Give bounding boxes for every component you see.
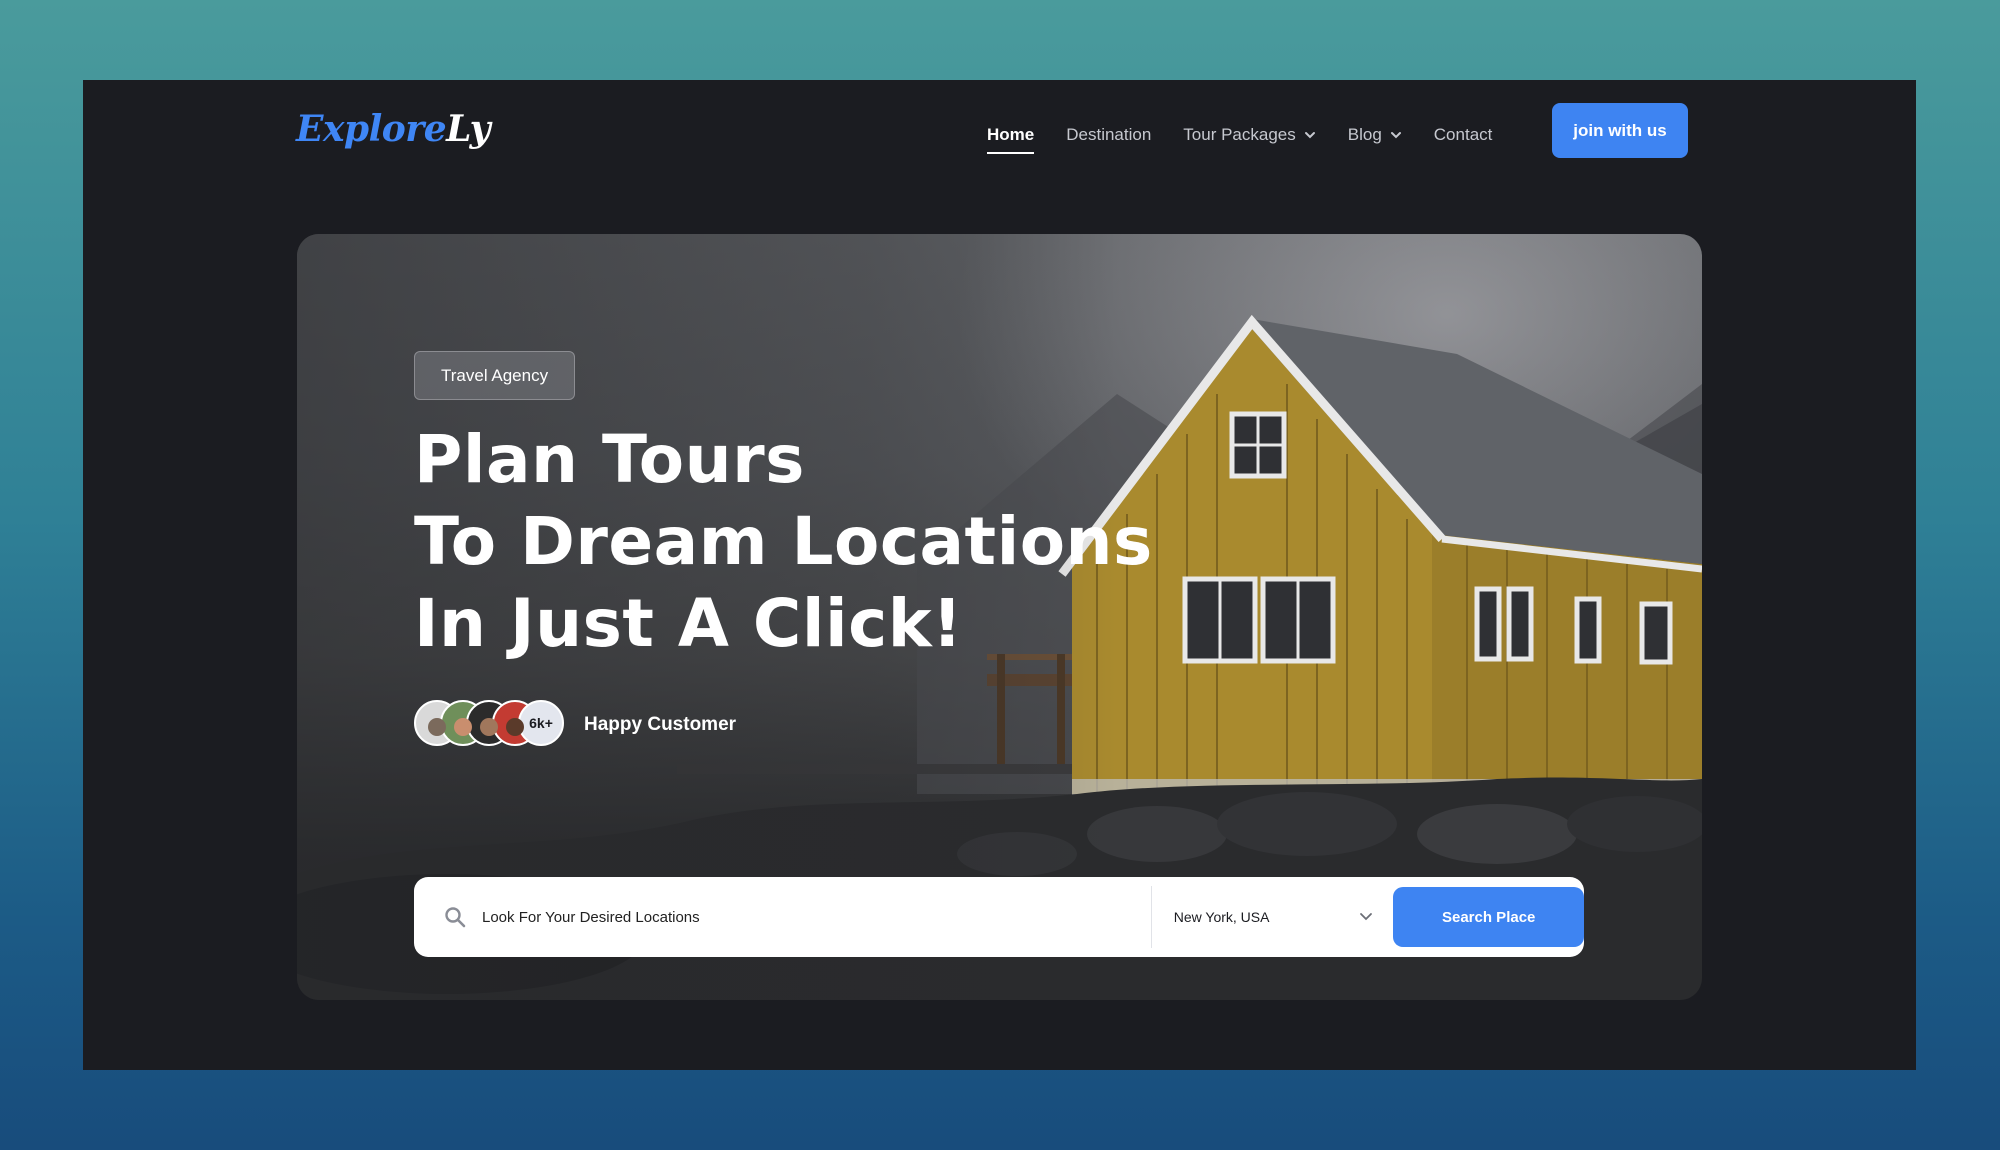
location-select-value: New York, USA — [1173, 909, 1270, 925]
chevron-down-icon — [1304, 129, 1316, 141]
customer-count-badge: 6k+ — [518, 700, 564, 746]
join-with-us-button[interactable]: join with us — [1552, 103, 1688, 158]
search-bar: New York, USA Search Place — [414, 877, 1585, 957]
location-select[interactable]: New York, USA — [1174, 909, 1374, 926]
nav-item-label: Contact — [1433, 125, 1493, 144]
headline-line-3: In Just A Click! — [414, 585, 963, 662]
nav-item-contact[interactable]: Contact — [1434, 125, 1493, 145]
nav-item-label: Tour Packages — [1183, 125, 1296, 144]
browser-frame: ExploreLy Home Destination Tour Packages… — [83, 80, 1916, 1070]
happy-customer-label: Happy Customer — [584, 714, 737, 735]
hero-headline: Plan Tours To Dream Locations In Just A … — [414, 419, 1153, 665]
main-nav: Home Destination Tour Packages Blog Cont… — [987, 118, 1524, 154]
chevron-down-icon — [1359, 909, 1373, 926]
happy-customers: 6k+ Happy Customer — [414, 700, 736, 750]
nav-item-blog[interactable]: Blog — [1348, 125, 1402, 145]
search-divider — [1150, 886, 1152, 948]
nav-item-destination[interactable]: Destination — [1066, 125, 1151, 145]
customer-avatars: 6k+ — [414, 700, 564, 750]
hero-banner: Travel Agency Plan Tours To Dream Locati… — [297, 234, 1702, 1000]
nav-item-label: Home — [987, 125, 1035, 144]
chevron-down-icon — [1390, 129, 1402, 141]
location-search-input[interactable] — [482, 908, 1141, 926]
logo-part-explore: Explore — [296, 108, 447, 150]
nav-item-home[interactable]: Home — [987, 125, 1035, 154]
logo-part-ly: Ly — [446, 108, 491, 150]
headline-line-1: Plan Tours — [414, 421, 805, 498]
nav-item-label: Destination — [1066, 125, 1152, 144]
search-place-button[interactable]: Search Place — [1393, 887, 1585, 947]
logo[interactable]: ExploreLy — [296, 108, 491, 150]
headline-line-2: To Dream Locations — [414, 503, 1153, 580]
nav-item-tour-packages[interactable]: Tour Packages — [1183, 125, 1315, 145]
travel-agency-tag: Travel Agency — [414, 351, 576, 400]
search-icon — [444, 906, 466, 928]
nav-item-label: Blog — [1347, 125, 1382, 144]
